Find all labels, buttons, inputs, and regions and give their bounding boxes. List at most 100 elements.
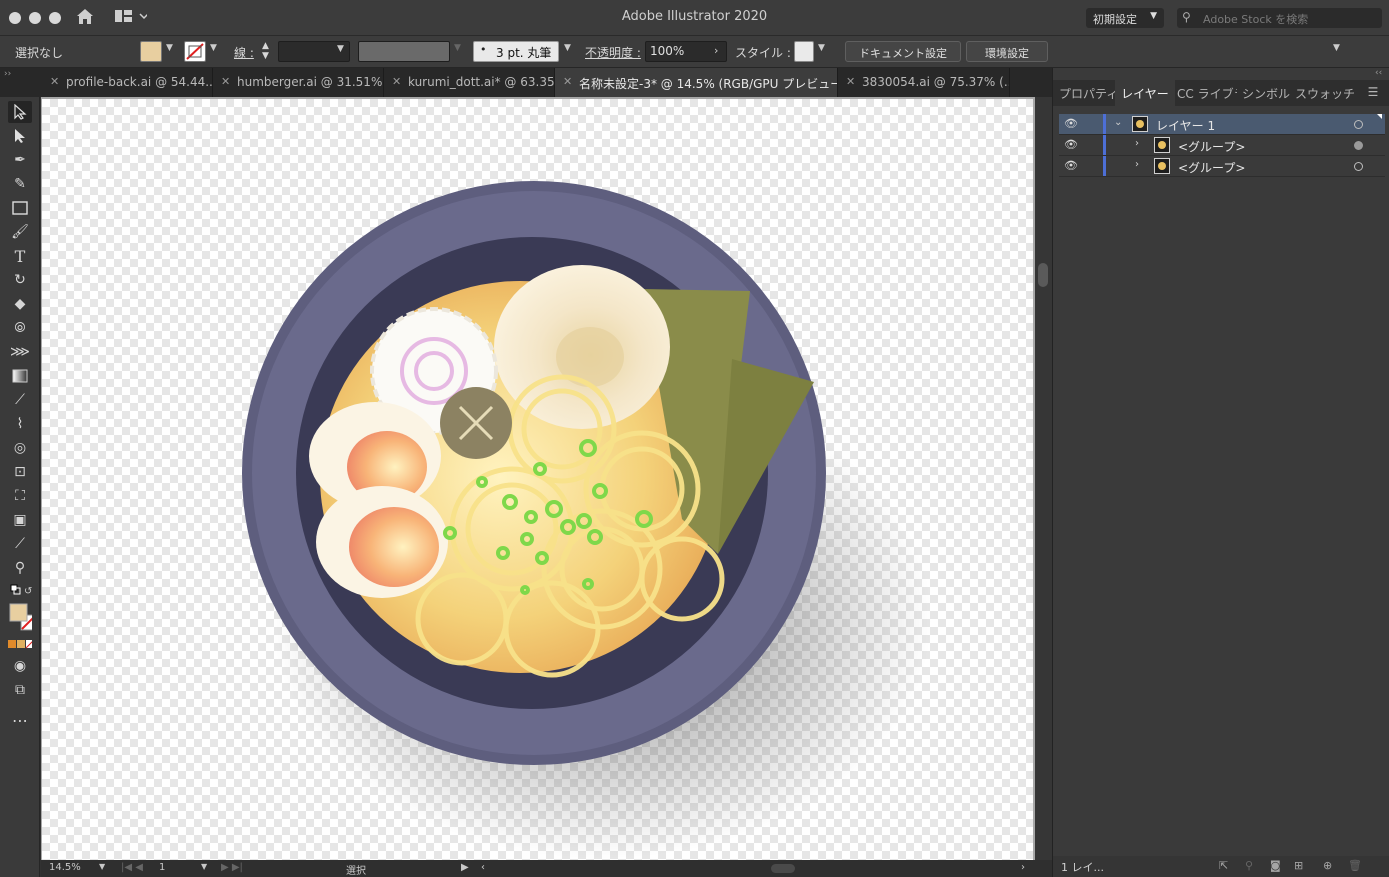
- chevron-down-icon[interactable]: ▼: [99, 862, 105, 871]
- live-paint-bucket-icon[interactable]: ▣: [8, 509, 32, 531]
- graphic-style-swatch[interactable]: [794, 41, 814, 62]
- opacity-input[interactable]: 100% ›: [645, 41, 727, 62]
- tab-layers[interactable]: レイヤー: [1115, 80, 1175, 106]
- free-transform-tool-icon[interactable]: ⛶: [8, 485, 32, 507]
- tab-3830054[interactable]: ✕ 3830054.ai @ 75.37% (...: [838, 68, 1010, 97]
- more-tools-icon[interactable]: ⋯: [8, 709, 32, 731]
- minimize-window-button[interactable]: [29, 12, 41, 24]
- target-circle-icon[interactable]: [1354, 162, 1363, 171]
- chevron-right-icon[interactable]: ›: [1021, 862, 1025, 873]
- paintbrush-tool-icon[interactable]: 🖌: [8, 221, 32, 243]
- opacity-label[interactable]: 不透明度 :: [585, 44, 641, 61]
- chevron-down-icon[interactable]: ▼: [166, 43, 173, 53]
- tab-profile-back[interactable]: ✕ profile-back.ai @ 54.44...: [42, 68, 213, 97]
- slice-tool-icon[interactable]: ⟋: [8, 533, 32, 555]
- brush-definition[interactable]: • 3 pt. 丸筆: [473, 41, 559, 62]
- chevron-right-icon[interactable]: ▶: [461, 862, 469, 873]
- tab-swatches[interactable]: スウォッチ: [1295, 80, 1355, 106]
- color-mode-icons[interactable]: [8, 637, 32, 651]
- stroke-weight-input[interactable]: ▼: [278, 41, 350, 62]
- vertical-scrollbar[interactable]: [1035, 97, 1052, 860]
- close-icon[interactable]: ✕: [50, 75, 59, 88]
- rectangle-tool-icon[interactable]: [8, 197, 32, 219]
- type-tool-icon[interactable]: T: [8, 245, 32, 267]
- collapse-icon[interactable]: ‹‹: [1375, 68, 1382, 78]
- layer-row[interactable]: 👁 › <グループ>: [1059, 135, 1385, 156]
- eyedropper-tool-icon[interactable]: ⟋: [8, 389, 32, 411]
- layer-row[interactable]: 👁 › <グループ>: [1059, 156, 1385, 177]
- collapse-icon[interactable]: ››: [4, 69, 11, 79]
- arrange-documents-icon[interactable]: [115, 9, 149, 26]
- stroke-weight-stepper[interactable]: ▲ ▼: [262, 41, 269, 61]
- chevron-left-icon[interactable]: ‹: [481, 862, 485, 873]
- pen-tool-icon[interactable]: ✒: [8, 149, 32, 171]
- close-icon[interactable]: ✕: [846, 75, 855, 88]
- close-icon[interactable]: ✕: [563, 75, 572, 88]
- fill-stroke-widget[interactable]: [8, 601, 32, 633]
- direct-selection-tool-icon[interactable]: [8, 125, 32, 147]
- chevron-down-icon[interactable]: ▼: [1333, 43, 1340, 53]
- close-icon[interactable]: ✕: [392, 75, 401, 88]
- tab-humberger[interactable]: ✕ humberger.ai @ 31.51%...: [213, 68, 384, 97]
- export-icon[interactable]: ⇱: [1219, 859, 1228, 872]
- target-circle-icon[interactable]: [1354, 120, 1363, 129]
- shape-builder-tool-icon[interactable]: ◎: [8, 437, 32, 459]
- layer-name[interactable]: <グループ>: [1178, 138, 1245, 155]
- width-tool-icon[interactable]: ⋙: [8, 341, 32, 363]
- tab-symbols[interactable]: シンボル: [1239, 80, 1293, 106]
- home-icon[interactable]: [76, 8, 94, 28]
- artboard-tool-icon[interactable]: ⊡: [8, 461, 32, 483]
- target-circle-icon[interactable]: [1354, 141, 1363, 150]
- lasso-tool-icon[interactable]: ⦾: [8, 317, 32, 339]
- close-window-button[interactable]: [9, 12, 21, 24]
- tab-untitled-3[interactable]: ✕ 名称未設定-3* @ 14.5% (RGB/GPU プレビュー): [555, 68, 838, 97]
- curvature-tool-icon[interactable]: ✎: [8, 173, 32, 195]
- zoom-tool-icon[interactable]: ⚲: [8, 557, 32, 579]
- scrollbar-thumb[interactable]: [1038, 263, 1048, 287]
- blend-tool-icon[interactable]: ⌇: [8, 413, 32, 435]
- zoom-window-button[interactable]: [49, 12, 61, 24]
- chevron-down-icon[interactable]: ▼: [818, 43, 825, 53]
- gradient-tool-icon[interactable]: [8, 365, 32, 387]
- variable-width-profile[interactable]: [358, 41, 450, 62]
- layer-name[interactable]: <グループ>: [1178, 159, 1245, 176]
- ramen-illustration[interactable]: [42, 99, 1033, 860]
- chevron-right-icon[interactable]: ›: [1135, 159, 1139, 170]
- chevron-down-icon[interactable]: ▼: [201, 862, 207, 871]
- visibility-eye-icon[interactable]: 👁: [1064, 159, 1078, 172]
- close-icon[interactable]: ✕: [221, 75, 230, 88]
- tab-properties[interactable]: プロパティ: [1059, 80, 1115, 106]
- artboard-number[interactable]: 1: [159, 862, 165, 873]
- stroke-swatch[interactable]: [184, 41, 206, 62]
- clipping-mask-icon[interactable]: ◙: [1270, 859, 1281, 872]
- first-artboard-icon[interactable]: |◀ ◀: [121, 862, 143, 873]
- selection-tool-icon[interactable]: [8, 101, 32, 123]
- chevron-right-icon[interactable]: ›: [1135, 138, 1139, 149]
- eraser-tool-icon[interactable]: ◆: [8, 293, 32, 315]
- new-layer-icon[interactable]: ⊕: [1323, 859, 1332, 872]
- fill-swatch[interactable]: [140, 41, 162, 62]
- new-sublayer-icon[interactable]: ⊞: [1294, 859, 1303, 872]
- visibility-eye-icon[interactable]: 👁: [1064, 138, 1078, 151]
- stock-search-input[interactable]: ⚲ Adobe Stock を検索: [1177, 8, 1382, 28]
- tab-kurumi-dott[interactable]: ✕ kurumi_dott.ai* @ 63.35...: [384, 68, 555, 97]
- swap-fill-stroke-icon[interactable]: ↺: [8, 583, 32, 597]
- preferences-button[interactable]: 環境設定: [966, 41, 1048, 62]
- layer-name[interactable]: レイヤー 1: [1156, 117, 1215, 134]
- rotate-tool-icon[interactable]: ↻: [8, 269, 32, 291]
- zoom-level[interactable]: 14.5%: [49, 862, 81, 873]
- screen-mode-icon[interactable]: ⧉: [8, 679, 32, 701]
- last-artboard-icon[interactable]: ▶ ▶|: [221, 862, 243, 873]
- layer-row[interactable]: 👁 ⌄ レイヤー 1: [1059, 114, 1385, 135]
- workspace-switcher[interactable]: 初期設定 ▼: [1086, 8, 1164, 28]
- document-setup-button[interactable]: ドキュメント設定: [845, 41, 961, 62]
- panel-menu-icon[interactable]: ☰: [1363, 80, 1383, 106]
- draw-mode-icon[interactable]: ◉: [8, 655, 32, 677]
- chevron-down-icon[interactable]: ▼: [210, 43, 217, 53]
- canvas[interactable]: [41, 97, 1052, 860]
- chevron-down-icon[interactable]: ▼: [564, 43, 571, 53]
- horizontal-scrollbar-thumb[interactable]: [771, 864, 795, 873]
- visibility-eye-icon[interactable]: 👁: [1064, 117, 1078, 130]
- artboard[interactable]: [42, 99, 1033, 860]
- tab-cc-libraries[interactable]: CC ライブラリ: [1177, 80, 1237, 106]
